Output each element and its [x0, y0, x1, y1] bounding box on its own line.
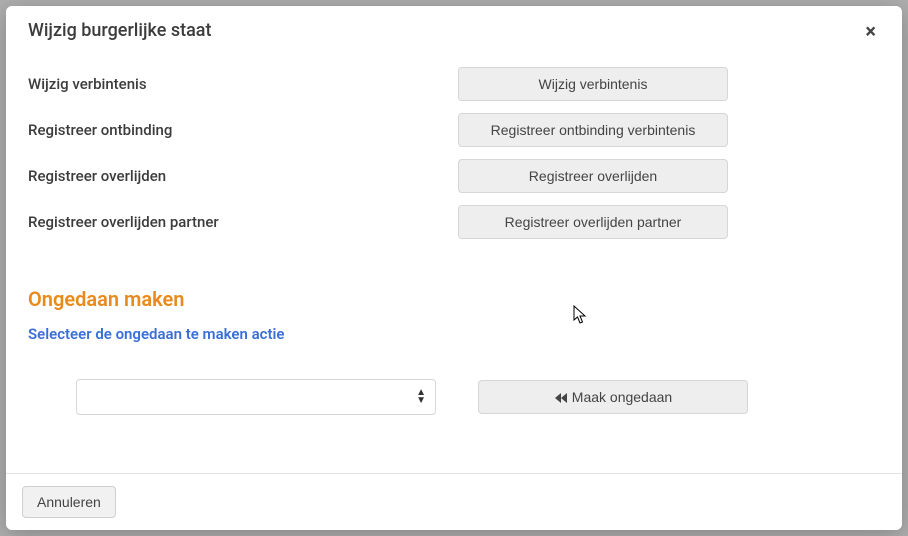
action-label: Registreer overlijden partner: [28, 213, 458, 231]
modal-footer: Annuleren: [6, 473, 902, 530]
undo-subheading: Selecteer de ongedaan te maken actie: [28, 325, 880, 343]
undo-heading: Ongedaan maken: [28, 287, 880, 311]
modal-change-civil-status: Wijzig burgerlijke staat × Wijzig verbin…: [6, 6, 902, 530]
modal-header: Wijzig burgerlijke staat ×: [6, 6, 902, 49]
action-label: Wijzig verbintenis: [28, 75, 458, 93]
undo-row: ▲▼ Maak ongedaan: [28, 379, 880, 415]
undo-button-label: Maak ongedaan: [572, 389, 672, 405]
action-row-register-death: Registreer overlijden Registreer overlij…: [28, 159, 880, 193]
register-death-button[interactable]: Registreer overlijden: [458, 159, 728, 193]
rewind-icon: [554, 392, 568, 404]
cancel-button[interactable]: Annuleren: [22, 486, 116, 518]
action-row-register-partner-death: Registreer overlijden partner Registreer…: [28, 205, 880, 239]
modal-title: Wijzig burgerlijke staat: [28, 20, 211, 41]
action-row-change-commitment: Wijzig verbintenis Wijzig verbintenis: [28, 67, 880, 101]
register-partner-death-button[interactable]: Registreer overlijden partner: [458, 205, 728, 239]
action-row-register-dissolution: Registreer ontbinding Registreer ontbind…: [28, 113, 880, 147]
change-commitment-button[interactable]: Wijzig verbintenis: [458, 67, 728, 101]
action-label: Registreer overlijden: [28, 167, 458, 185]
action-label: Registreer ontbinding: [28, 121, 458, 139]
modal-body: Wijzig verbintenis Wijzig verbintenis Re…: [6, 49, 902, 473]
undo-select-wrap: ▲▼: [76, 379, 436, 415]
close-icon[interactable]: ×: [861, 21, 880, 41]
register-dissolution-button[interactable]: Registreer ontbinding verbintenis: [458, 113, 728, 147]
undo-button[interactable]: Maak ongedaan: [478, 380, 748, 414]
undo-action-select[interactable]: [76, 379, 436, 415]
